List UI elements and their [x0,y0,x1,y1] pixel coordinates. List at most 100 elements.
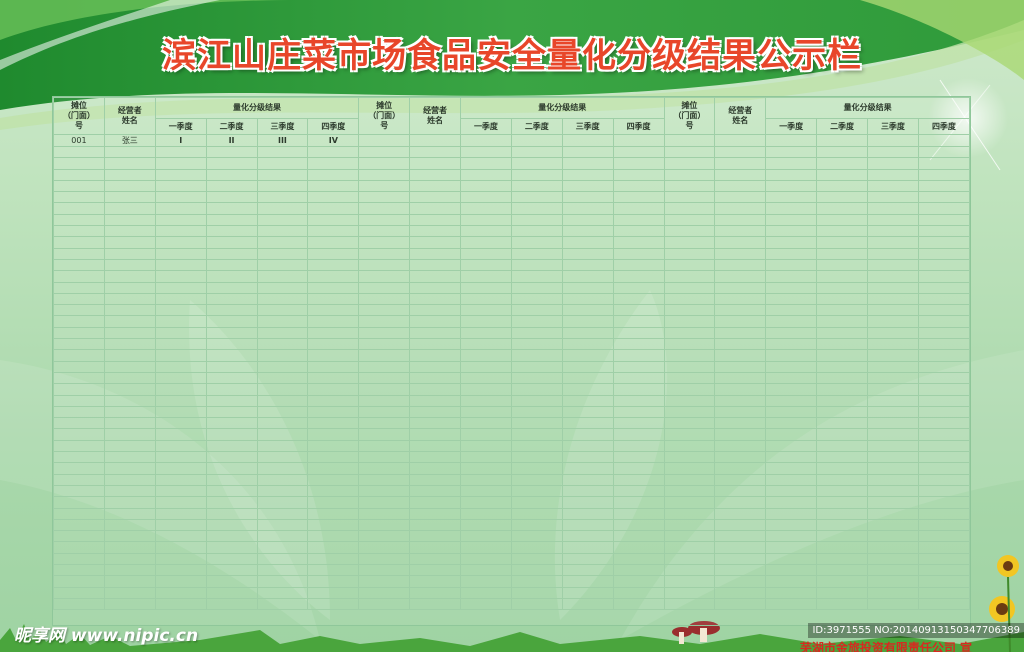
table-cell [205,270,258,283]
table-cell [409,552,461,565]
table-cell [103,383,156,396]
table-cell [765,518,818,532]
table-cell [154,315,207,328]
table-cell [53,315,105,328]
table-cell [53,349,105,362]
table-cell [358,496,411,509]
table-cell [307,179,360,193]
table-cell [765,586,818,599]
table-cell [358,304,411,317]
table-cell [867,597,919,611]
table-cell [510,371,563,385]
table-cell [307,258,360,272]
table-cell [307,405,360,419]
table-cell [867,405,919,419]
table-cell [816,134,868,147]
table-cell [103,518,156,532]
table-cell [358,247,411,260]
table-cell [714,179,767,193]
table-cell [714,360,767,373]
table-cell [103,270,156,283]
table-cell [612,292,665,306]
table-cell [154,530,207,543]
table-cell [867,349,919,362]
table-cell [205,202,258,215]
table-cell [765,541,818,554]
table-cell [816,405,868,419]
table-row [53,213,971,227]
table-cell [409,462,461,475]
table-cell [765,168,818,181]
table-cell [816,213,868,227]
table-cell [256,541,309,554]
table-cell [103,326,156,340]
table-cell [256,191,309,204]
table-cell [867,575,919,588]
table-cell [867,439,919,453]
table-cell [510,258,563,272]
table-cell [103,552,156,565]
table-cell [205,383,258,396]
table-cell [154,270,207,283]
table-cell [917,258,971,272]
table-cell [256,179,309,193]
table-cell [561,304,614,317]
table-cell [714,304,767,317]
table-cell [460,292,512,306]
table-cell [765,383,818,396]
table-cell [205,541,258,554]
table-cell [510,145,563,159]
table-cell [510,179,563,193]
table-cell [154,394,207,407]
table-cell [358,236,411,249]
table-cell [917,179,971,193]
table-cell [358,563,411,577]
table-cell [917,134,971,147]
table-cell [714,338,767,351]
table-row [53,270,971,283]
table-cell [409,451,461,464]
table-cell [409,394,461,407]
table-cell [460,360,512,373]
table-cell [53,439,105,453]
table-cell [663,236,716,249]
table-cell [409,134,461,147]
quarter-header: 一季度 [154,118,207,135]
table-cell [307,552,360,565]
table-cell [205,563,258,577]
table-cell [612,281,665,294]
table-cell [663,439,716,453]
table-cell [154,213,207,227]
table-cell [714,191,767,204]
table-cell [917,145,971,159]
table-cell [867,168,919,181]
table-cell [867,338,919,351]
table-cell [816,371,868,385]
table-cell [103,360,156,373]
table-cell [561,168,614,181]
table-cell [53,541,105,554]
table-cell [510,484,563,498]
table-cell [358,281,411,294]
table-cell [867,473,919,486]
table-cell [409,518,461,532]
table-cell [561,586,614,599]
table-row [53,236,971,249]
table-cell [510,394,563,407]
table-cell [256,552,309,565]
table-cell [460,258,512,272]
table-cell [816,518,868,532]
table-cell [307,462,360,475]
table-cell [460,213,512,227]
table-cell [765,439,818,453]
table-cell [612,383,665,396]
table-cell [53,394,105,407]
table-cell [53,292,105,306]
table-cell [663,168,716,181]
table-cell [816,575,868,588]
table-cell [612,338,665,351]
table-cell [256,270,309,283]
owner-name-header: 经营者 姓名 [714,97,767,135]
table-cell [663,179,716,193]
table-cell [103,349,156,362]
